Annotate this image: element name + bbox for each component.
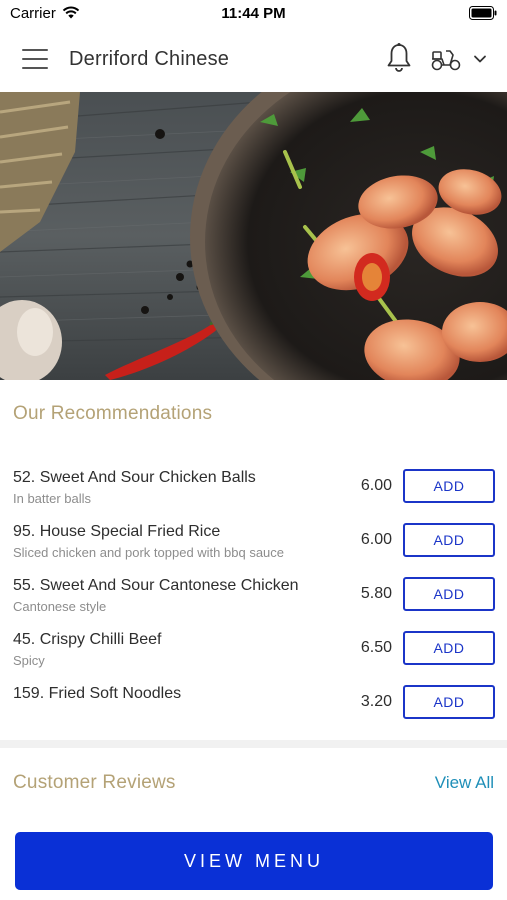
status-bar: Carrier 11:44 PM (0, 0, 507, 28)
item-name: 45. Crispy Chilli Beef (13, 631, 162, 648)
item-name: 159. Fried Soft Noodles (13, 685, 182, 702)
recommendations-heading: Our Recommendations (13, 403, 213, 424)
app-screen: Carrier 11:44 PM Derriford Chinese Our R… (0, 0, 507, 900)
menu-item: 159. Fried Soft Noodles 3.20 ADD (0, 682, 507, 736)
status-time: 11:44 PM (221, 5, 286, 22)
battery-icon (469, 6, 497, 20)
add-button[interactable]: ADD (403, 685, 495, 719)
item-price: 6.00 (360, 531, 392, 548)
restaurant-title: Derriford Chinese (69, 48, 230, 70)
reviews-heading: Customer Reviews (13, 772, 176, 793)
menu-item: 52. Sweet And Sour Chicken Balls In batt… (0, 466, 507, 520)
app-header: Derriford Chinese (0, 28, 507, 92)
item-description: Spicy (13, 653, 45, 668)
view-menu-button[interactable]: VIEW MENU (15, 832, 493, 890)
bell-icon[interactable] (385, 42, 413, 74)
item-name: 95. House Special Fried Rice (13, 523, 221, 540)
menu-item: 95. House Special Fried Rice Sliced chic… (0, 520, 507, 574)
item-description: Cantonese style (13, 599, 107, 614)
add-button[interactable]: ADD (403, 577, 495, 611)
item-price: 6.00 (360, 477, 392, 494)
add-button[interactable]: ADD (403, 631, 495, 665)
add-button[interactable]: ADD (403, 523, 495, 557)
add-button[interactable]: ADD (403, 469, 495, 503)
hero-food-image (0, 92, 507, 380)
section-divider (0, 740, 507, 748)
recommendations-list: 52. Sweet And Sour Chicken Balls In batt… (0, 466, 507, 736)
item-description: In batter balls (13, 491, 92, 506)
chevron-down-icon[interactable] (472, 53, 488, 65)
item-price: 3.20 (360, 693, 392, 710)
scooter-icon[interactable] (430, 46, 462, 72)
menu-icon[interactable] (22, 49, 48, 71)
item-price: 5.80 (360, 585, 392, 602)
item-description: Sliced chicken and pork topped with bbq … (13, 545, 285, 560)
view-all-reviews-link[interactable]: View All (435, 773, 494, 793)
item-name: 52. Sweet And Sour Chicken Balls (13, 469, 256, 486)
menu-item: 45. Crispy Chilli Beef Spicy 6.50 ADD (0, 628, 507, 682)
item-name: 55. Sweet And Sour Cantonese Chicken (13, 577, 299, 594)
menu-item: 55. Sweet And Sour Cantonese Chicken Can… (0, 574, 507, 628)
item-price: 6.50 (360, 639, 392, 656)
